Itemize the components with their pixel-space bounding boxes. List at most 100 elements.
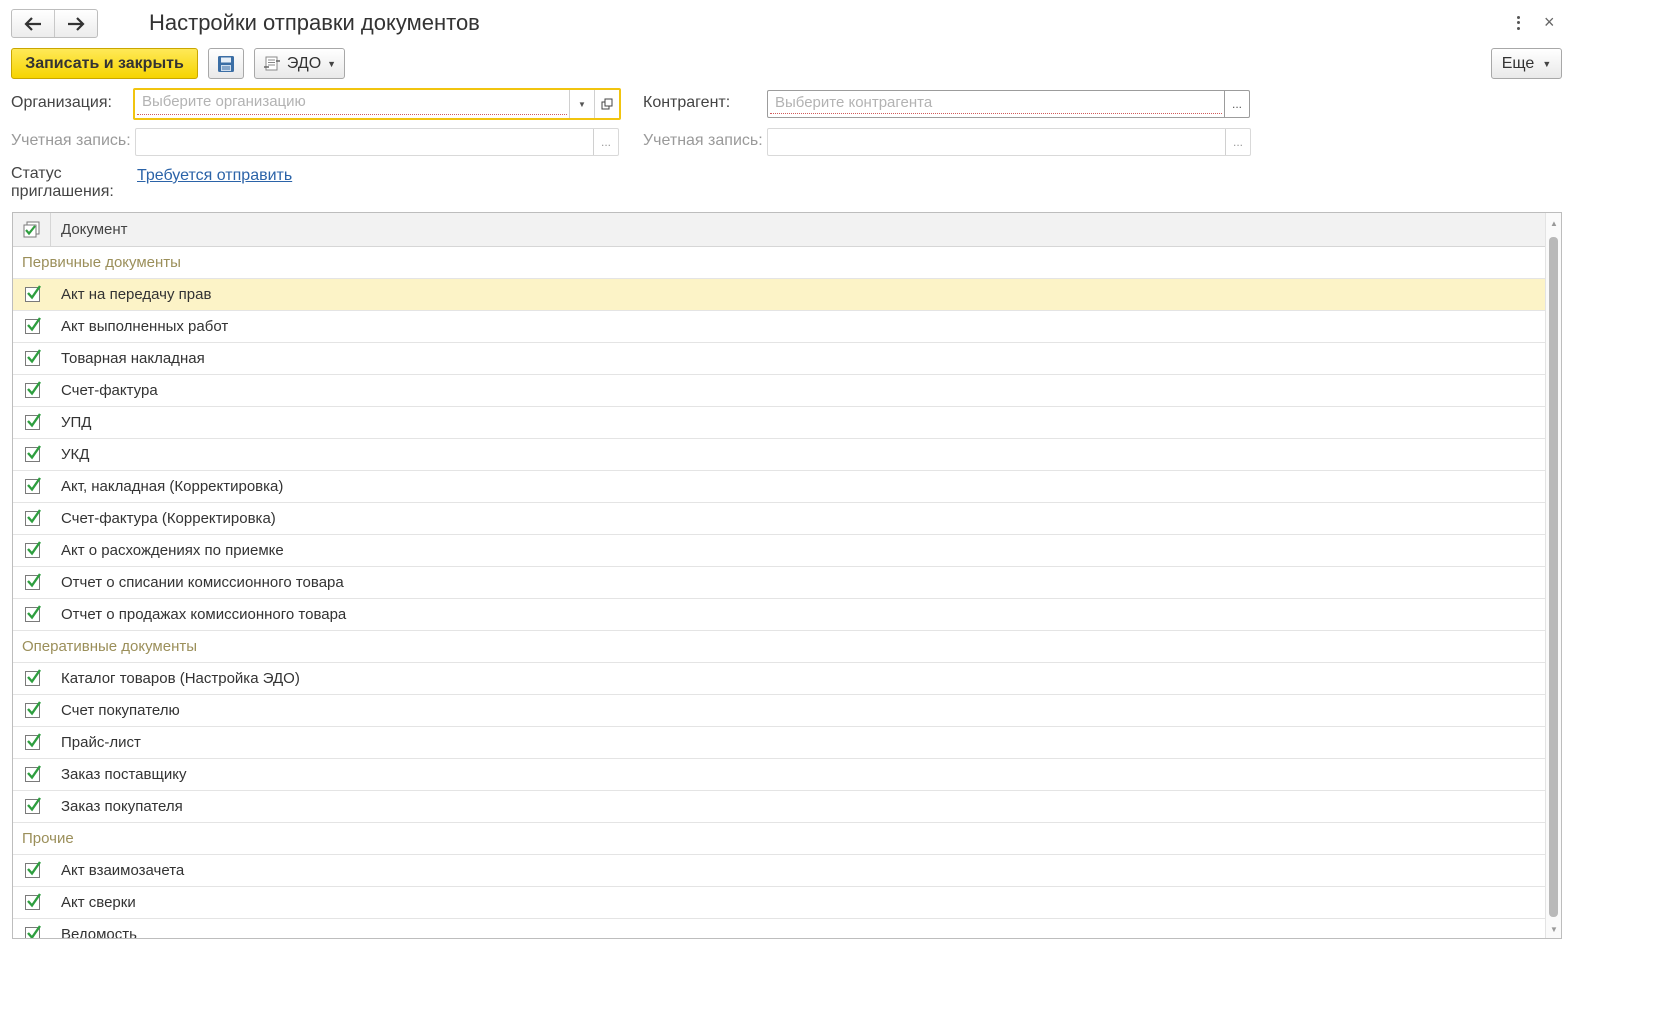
select-button[interactable]: ... <box>1224 91 1249 117</box>
table-row[interactable]: Отчет о списании комиссионного товара <box>13 567 1545 599</box>
scroll-down-icon[interactable]: ▼ <box>1550 925 1558 934</box>
document-name: УКД <box>61 446 90 463</box>
column-header-document[interactable]: Документ <box>51 221 128 238</box>
table-row[interactable]: Счет-фактура <box>13 375 1545 407</box>
row-checkbox[interactable] <box>24 733 41 750</box>
table-row[interactable]: Акт выполненных работ <box>13 311 1545 343</box>
group-row[interactable]: Прочие <box>13 823 1545 855</box>
document-name: Акт выполненных работ <box>61 318 229 335</box>
table-body: Первичные документы Акт на передачу прав… <box>13 247 1545 938</box>
row-checkbox[interactable] <box>24 861 41 878</box>
invite-status-label: Статус приглашения: <box>11 165 114 200</box>
checkmark-icon <box>26 445 41 460</box>
org-account-field[interactable]: ... <box>135 128 619 156</box>
checkmark-icon <box>26 733 41 748</box>
checkmark-icon <box>26 573 41 588</box>
document-name: Прайс-лист <box>61 734 141 751</box>
row-checkbox[interactable] <box>24 317 41 334</box>
row-checkbox[interactable] <box>24 509 41 526</box>
document-name: Каталог товаров (Настройка ЭДО) <box>61 670 300 687</box>
row-checkbox[interactable] <box>24 605 41 622</box>
chevron-down-icon: ▼ <box>327 58 337 69</box>
page-title: Настройки отправки документов <box>149 10 480 35</box>
table-row[interactable]: Акт на передачу прав <box>13 279 1545 311</box>
checkmark-icon <box>26 893 41 908</box>
row-checkbox[interactable] <box>24 349 41 366</box>
contractor-account-field[interactable]: ... <box>767 128 1251 156</box>
document-name: Заказ покупателя <box>61 798 183 815</box>
table-row[interactable]: Акт сверки <box>13 887 1545 919</box>
group-row[interactable]: Первичные документы <box>13 247 1545 279</box>
table-row[interactable]: Акт взаимозачета <box>13 855 1545 887</box>
scroll-up-icon[interactable]: ▲ <box>1550 219 1558 228</box>
select-all-checkbox[interactable] <box>13 213 51 246</box>
checkmark-icon <box>26 765 41 780</box>
table-row[interactable]: Заказ покупателя <box>13 791 1545 823</box>
table-row[interactable]: Отчет о продажах комиссионного товара <box>13 599 1545 631</box>
table-row[interactable]: УКД <box>13 439 1545 471</box>
row-checkbox[interactable] <box>24 893 41 910</box>
row-checkbox[interactable] <box>24 413 41 430</box>
checkmark-icon <box>26 381 41 396</box>
arrow-left-icon <box>24 16 41 31</box>
table-row[interactable]: Каталог товаров (Настройка ЭДО) <box>13 663 1545 695</box>
checkmark-icon <box>26 541 41 556</box>
group-row[interactable]: Оперативные документы <box>13 631 1545 663</box>
document-name: Заказ поставщику <box>61 766 187 783</box>
table-row[interactable]: Акт, накладная (Корректировка) <box>13 471 1545 503</box>
arrow-right-icon <box>68 16 85 31</box>
dropdown-chevron-icon[interactable]: ▼ <box>569 90 594 118</box>
row-checkbox[interactable] <box>24 477 41 494</box>
table-row[interactable]: Счет-фактура (Корректировка) <box>13 503 1545 535</box>
table-row[interactable]: Заказ поставщику <box>13 759 1545 791</box>
table-row[interactable]: Акт о расхождениях по приемке <box>13 535 1545 567</box>
vertical-scrollbar[interactable]: ▲ ▼ <box>1545 213 1561 938</box>
more-vertical-icon[interactable] <box>1510 12 1526 34</box>
save-button[interactable] <box>208 48 244 79</box>
row-checkbox[interactable] <box>24 541 41 558</box>
select-button[interactable]: ... <box>593 129 618 155</box>
documents-table: Документ Первичные документы Акт на пере… <box>12 212 1562 939</box>
row-checkbox[interactable] <box>24 797 41 814</box>
forward-button[interactable] <box>54 10 97 37</box>
document-name: Акт сверки <box>61 894 136 911</box>
invite-status-link[interactable]: Требуется отправить <box>137 167 292 185</box>
org-account-input[interactable] <box>138 129 591 152</box>
scrollbar-thumb[interactable] <box>1549 237 1558 917</box>
checkmark-icon <box>26 669 41 684</box>
organization-input[interactable]: Выберите организацию <box>137 90 567 115</box>
row-checkbox[interactable] <box>24 285 41 302</box>
edo-menu-button[interactable]: ЭДО ▼ <box>254 48 345 79</box>
table-row[interactable]: Товарная накладная <box>13 343 1545 375</box>
checkmark-icon <box>26 285 41 300</box>
navigation-buttons <box>11 9 98 38</box>
save-and-close-button[interactable]: Записать и закрыть <box>11 48 198 79</box>
close-icon[interactable]: × <box>1544 12 1555 33</box>
row-checkbox[interactable] <box>24 573 41 590</box>
table-row[interactable]: Прайс-лист <box>13 727 1545 759</box>
row-checkbox[interactable] <box>24 381 41 398</box>
contractor-input[interactable]: Выберите контрагента <box>770 91 1222 114</box>
group-label: Оперативные документы <box>22 638 198 655</box>
checkmark-icon <box>26 509 41 524</box>
row-checkbox[interactable] <box>24 925 41 938</box>
organization-field[interactable]: Выберите организацию ▼ <box>133 88 621 120</box>
checkmark-icon <box>26 701 41 716</box>
table-row[interactable]: УПД <box>13 407 1545 439</box>
back-button[interactable] <box>12 10 54 37</box>
select-button[interactable]: ... <box>1225 129 1250 155</box>
open-window-icon[interactable] <box>594 90 619 118</box>
row-checkbox[interactable] <box>24 445 41 462</box>
check-all-icon <box>23 221 39 237</box>
table-row[interactable]: Ведомость <box>13 919 1545 939</box>
row-checkbox[interactable] <box>24 669 41 686</box>
document-name: Отчет о продажах комиссионного товара <box>61 606 347 623</box>
contractor-field[interactable]: Выберите контрагента ... <box>767 90 1250 118</box>
document-name: Ведомость <box>61 926 137 939</box>
row-checkbox[interactable] <box>24 701 41 718</box>
more-button[interactable]: Еще ▼ <box>1491 48 1562 79</box>
document-name: Акт о расхождениях по приемке <box>61 542 284 559</box>
row-checkbox[interactable] <box>24 765 41 782</box>
contractor-account-input[interactable] <box>770 129 1223 152</box>
table-row[interactable]: Счет покупателю <box>13 695 1545 727</box>
